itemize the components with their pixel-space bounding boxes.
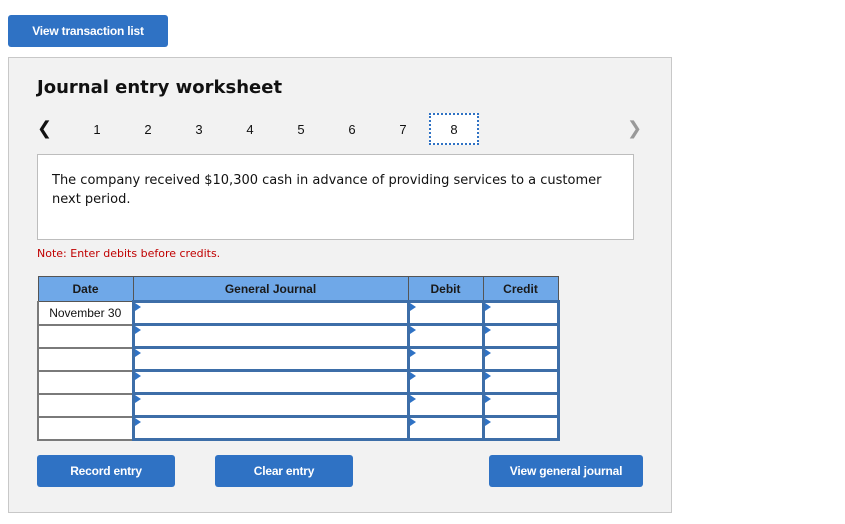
page-7[interactable]: 7 (378, 113, 428, 145)
date-cell (37, 370, 134, 395)
transaction-description: The company received $10,300 cash in adv… (37, 154, 634, 240)
table-header-row: Date General Journal Debit Credit (37, 276, 559, 302)
account-cell[interactable] (131, 415, 410, 441)
credit-input[interactable] (484, 303, 557, 323)
table-row (37, 369, 560, 395)
debit-cell[interactable] (406, 392, 485, 418)
account-input[interactable] (134, 372, 407, 392)
account-input[interactable] (134, 418, 407, 438)
credit-input[interactable] (484, 372, 557, 392)
page-1[interactable]: 1 (72, 113, 122, 145)
credit-cell[interactable] (481, 346, 560, 372)
date-cell (37, 393, 134, 418)
page-5[interactable]: 5 (276, 113, 326, 145)
credit-input[interactable] (484, 395, 557, 415)
chevron-left-icon[interactable]: ❮ (37, 120, 52, 138)
date-cell (37, 347, 134, 372)
clear-entry-button[interactable]: Clear entry (215, 455, 353, 487)
view-transaction-list-button[interactable]: View transaction list (8, 15, 168, 47)
page-4[interactable]: 4 (225, 113, 275, 145)
credit-input[interactable] (484, 349, 557, 369)
debit-input[interactable] (409, 418, 482, 438)
debit-input[interactable] (409, 349, 482, 369)
debit-cell[interactable] (406, 346, 485, 372)
page-8-active[interactable]: 8 (429, 113, 479, 145)
journal-entry-table: Date General Journal Debit Credit Novemb… (37, 276, 560, 441)
view-general-journal-button[interactable]: View general journal (489, 455, 643, 487)
account-cell[interactable] (131, 300, 410, 326)
debit-cell[interactable] (406, 415, 485, 441)
debit-cell[interactable] (406, 300, 485, 326)
date-cell: November 30 (37, 301, 134, 326)
account-input[interactable] (134, 303, 407, 323)
debit-credit-note: Note: Enter debits before credits. (37, 247, 221, 260)
table-row (37, 392, 560, 418)
record-entry-button[interactable]: Record entry (37, 455, 175, 487)
journal-entry-worksheet-panel: Journal entry worksheet ❮ 1 2 3 4 5 6 7 … (8, 57, 672, 513)
chevron-right-icon[interactable]: ❯ (627, 120, 642, 138)
table-row (37, 323, 560, 349)
account-input[interactable] (134, 349, 407, 369)
header-debit: Debit (407, 276, 484, 302)
account-input[interactable] (134, 395, 407, 415)
table-row (37, 346, 560, 372)
table-row: November 30 (37, 300, 560, 326)
table-row (37, 415, 560, 441)
credit-cell[interactable] (481, 415, 560, 441)
page-3[interactable]: 3 (174, 113, 224, 145)
debit-cell[interactable] (406, 369, 485, 395)
page-6[interactable]: 6 (327, 113, 377, 145)
credit-input[interactable] (484, 418, 557, 438)
debit-input[interactable] (409, 326, 482, 346)
header-date: Date (37, 276, 134, 302)
worksheet-title: Journal entry worksheet (37, 77, 283, 98)
account-cell[interactable] (131, 369, 410, 395)
credit-cell[interactable] (481, 323, 560, 349)
credit-cell[interactable] (481, 392, 560, 418)
date-cell (37, 416, 134, 441)
account-cell[interactable] (131, 346, 410, 372)
account-input[interactable] (134, 326, 407, 346)
credit-input[interactable] (484, 326, 557, 346)
debit-input[interactable] (409, 395, 482, 415)
debit-input[interactable] (409, 303, 482, 323)
account-cell[interactable] (131, 392, 410, 418)
header-general-journal: General Journal (132, 276, 409, 302)
credit-cell[interactable] (481, 300, 560, 326)
credit-cell[interactable] (481, 369, 560, 395)
debit-input[interactable] (409, 372, 482, 392)
page-2[interactable]: 2 (123, 113, 173, 145)
account-cell[interactable] (131, 323, 410, 349)
debit-cell[interactable] (406, 323, 485, 349)
date-cell (37, 324, 134, 349)
header-credit: Credit (482, 276, 559, 302)
